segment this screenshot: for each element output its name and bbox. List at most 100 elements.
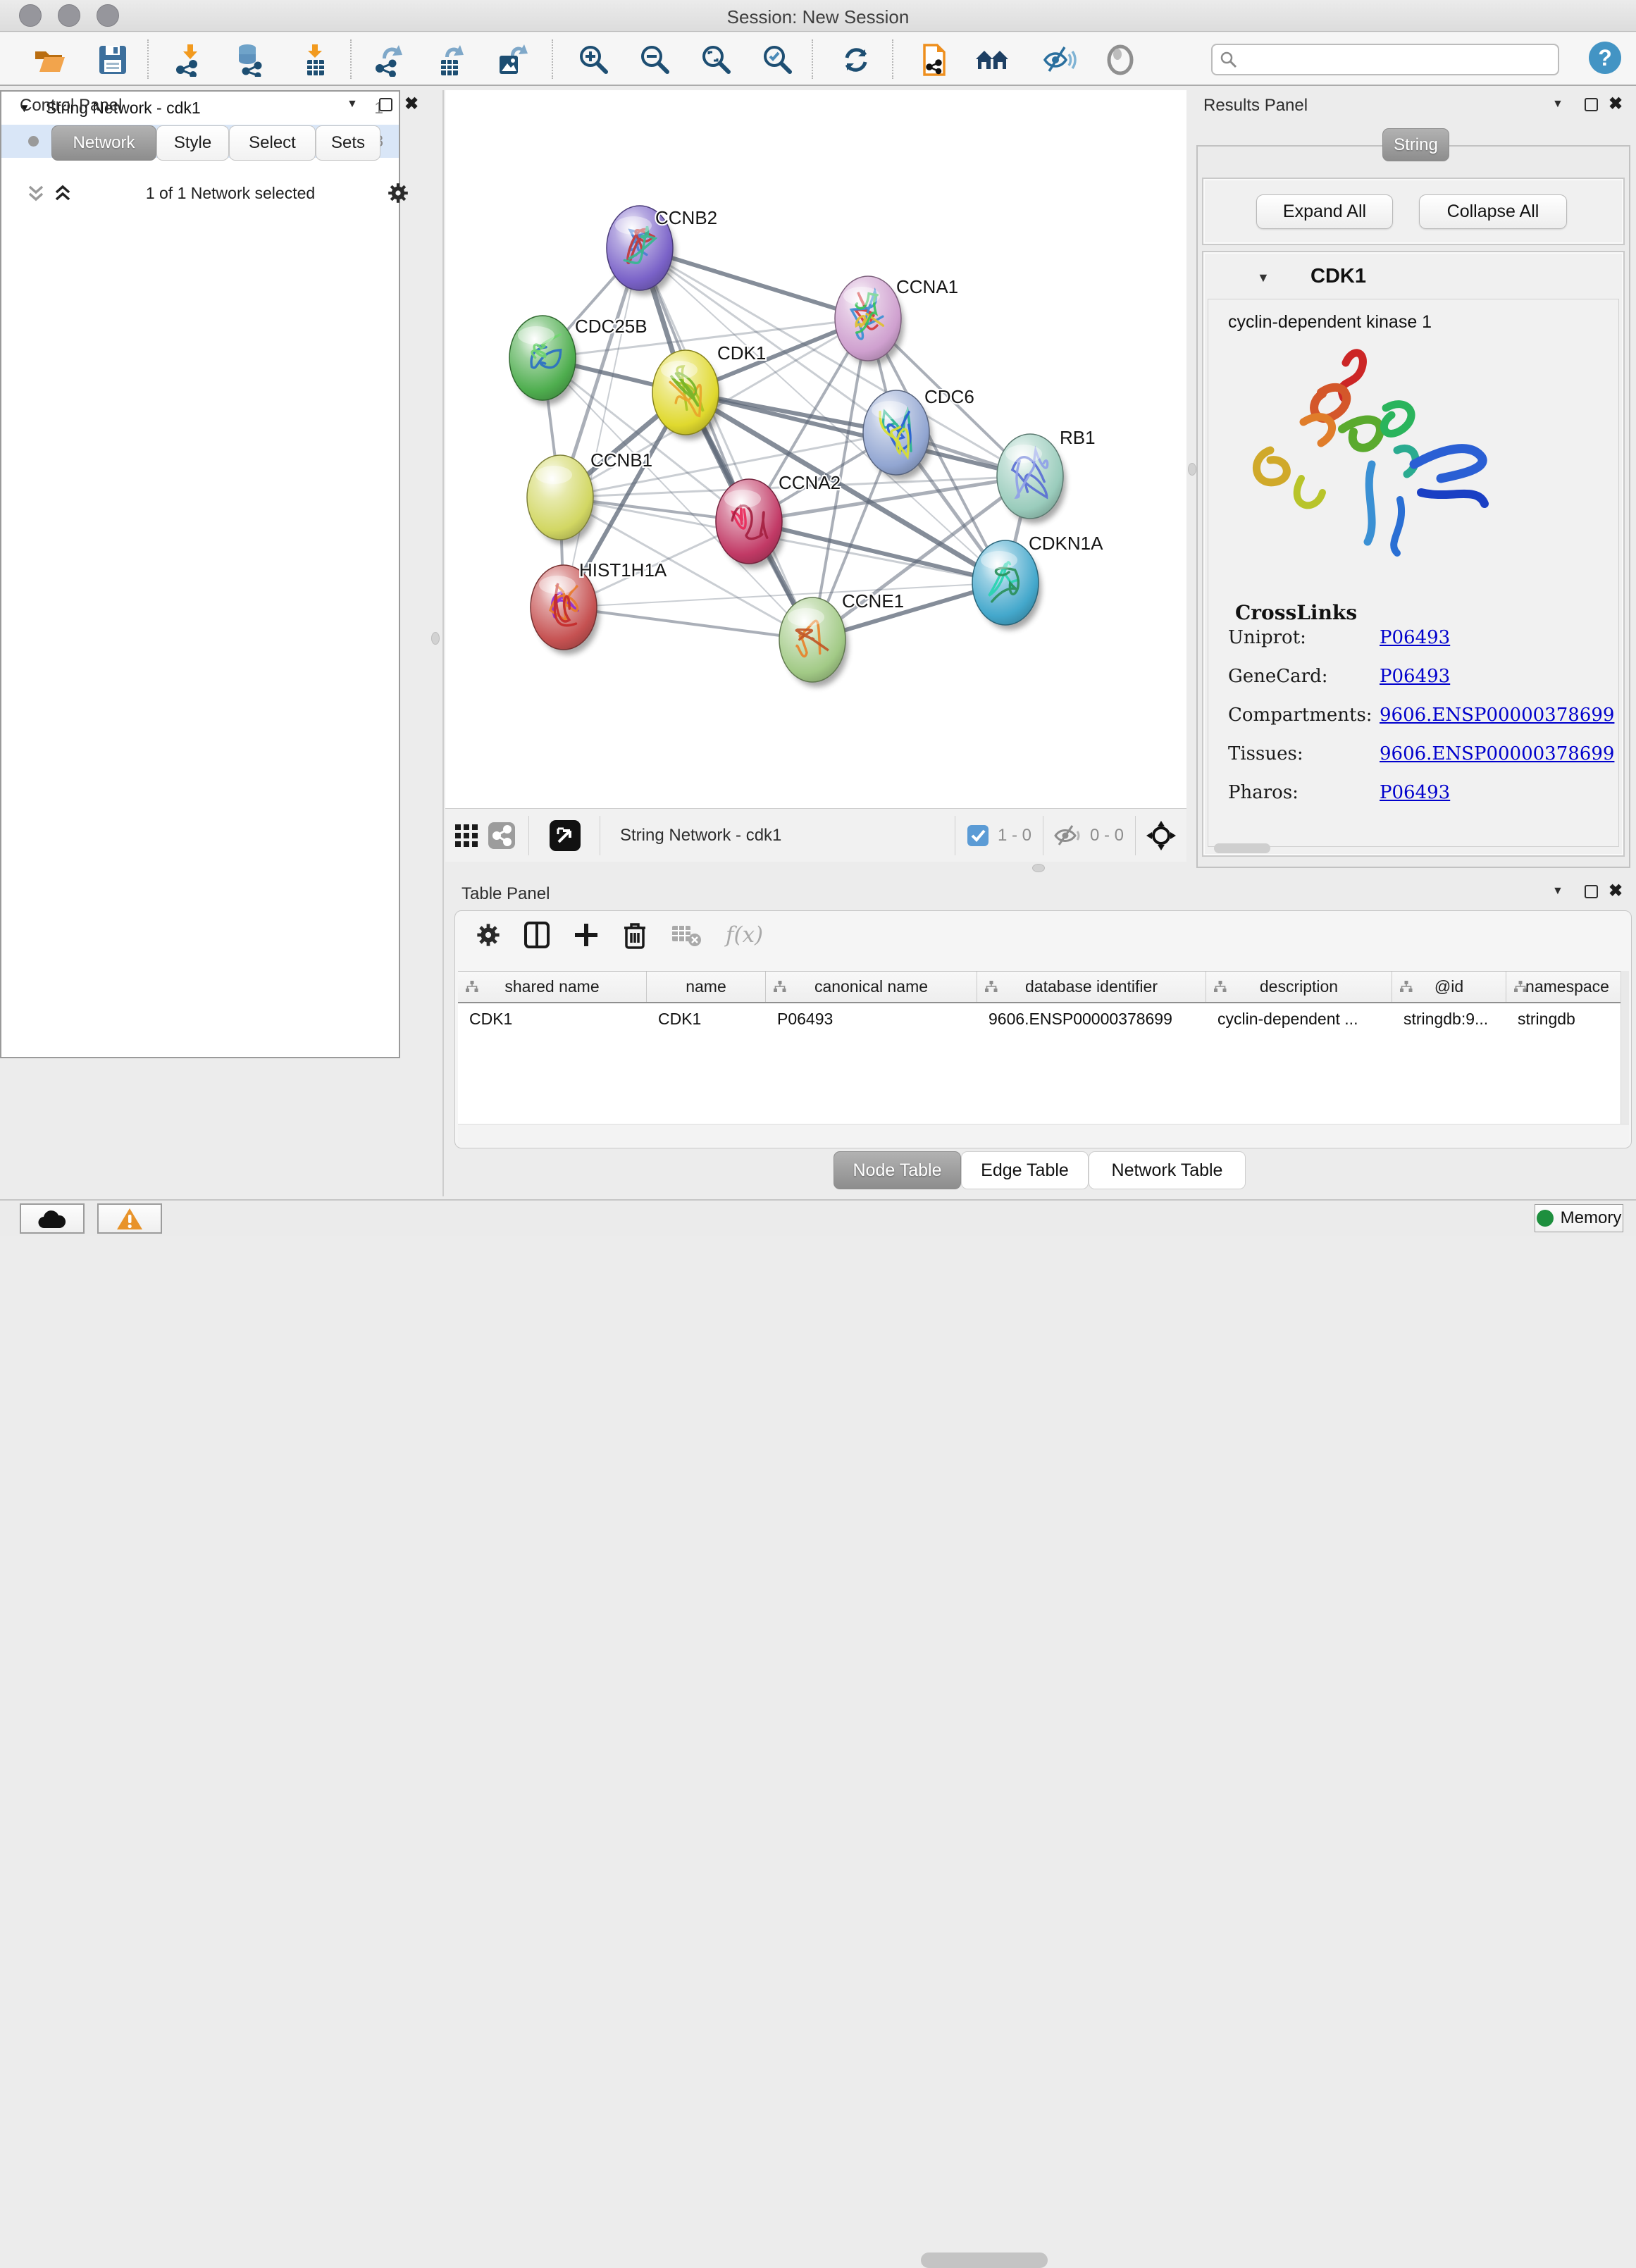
network-options-gear-icon[interactable] [388,182,409,204]
zoom-selected-button[interactable] [759,41,797,79]
results-panel-close-icon[interactable]: ✖ [1609,94,1623,114]
import-table-button[interactable] [296,41,334,79]
crosslink-link[interactable]: 9606.ENSP00000378699 [1380,743,1614,764]
tab-network[interactable]: Network [51,125,156,161]
network-graph[interactable]: CCNB2CCNA1CDC25BCDK1CDC6RB1CCNB1CCNA2CDK… [445,90,1186,808]
column-header-name[interactable]: name [647,972,766,1002]
table-panel-close-icon[interactable]: ✖ [1609,881,1623,901]
fit-selected-crosshair-icon[interactable] [1146,820,1177,851]
network-node-cdk1[interactable]: CDK1 [652,342,766,440]
tab-style[interactable]: Style [156,125,229,161]
export-network-button[interactable] [371,41,409,79]
network-canvas[interactable]: CCNB2CCNA1CDC25BCDK1CDC6RB1CCNB1CCNA2CDK… [445,90,1186,808]
houses-icon [974,44,1010,76]
zoom-fit-button[interactable] [698,41,736,79]
network-node-cdkn1a[interactable]: CDKN1A [972,533,1103,630]
zoom-in-button[interactable] [575,41,613,79]
horizontal-splitter-handle[interactable] [1032,864,1045,872]
gene-collapse-arrow-icon[interactable]: ▼ [1257,271,1270,285]
warnings-button[interactable] [97,1203,162,1234]
table-cell[interactable]: P06493 [766,1003,977,1036]
export-table-button[interactable] [432,41,470,79]
save-session-button[interactable] [94,41,132,79]
results-panel-float-icon[interactable]: ▼ [1552,98,1563,111]
string-glass-effect-button[interactable] [1041,41,1079,79]
table-cell[interactable]: CDK1 [458,1003,647,1036]
import-network-database-button[interactable] [233,41,271,79]
table-cell[interactable]: CDK1 [647,1003,766,1036]
tab-edge-table[interactable]: Edge Table [961,1151,1089,1189]
help-button[interactable]: ? [1589,42,1621,74]
network-node-cdc25b[interactable]: CDC25B [509,316,647,405]
collapse-all-button[interactable]: Collapse All [1419,194,1567,229]
crosslink-link[interactable]: P06493 [1380,666,1450,687]
hidden-eye-icon [1053,824,1083,848]
refresh-button[interactable] [837,41,875,79]
network-node-hist1h1a[interactable]: HIST1H1A [531,559,667,655]
table-panel-float-icon[interactable]: ▼ [1552,885,1563,898]
network-edge[interactable] [564,607,812,640]
crosslink-link[interactable]: P06493 [1380,627,1450,648]
search-box[interactable] [1211,44,1559,75]
network-node-ccna2[interactable]: CCNA2 [716,472,841,569]
right-splitter-handle[interactable] [1188,463,1196,476]
left-splitter-handle[interactable] [431,632,440,645]
import-network-file-button[interactable] [171,41,209,79]
results-hscroll-thumb[interactable] [1214,843,1270,853]
expand-all-networks-icon[interactable] [52,182,73,204]
table-hscroll-thumb[interactable] [921,2252,1048,2268]
network-node-ccna1[interactable]: CCNA1 [835,276,958,366]
control-panel-close-icon[interactable]: ✖ [404,94,419,114]
network-edge[interactable] [564,248,640,607]
control-panel-float-icon[interactable]: ▼ [347,98,358,111]
tab-sets[interactable]: Sets [316,125,380,161]
column-header-database-identifier[interactable]: database identifier [977,972,1206,1002]
expand-all-button[interactable]: Expand All [1256,194,1393,229]
string-import-button[interactable] [915,41,953,79]
cloud-status-button[interactable] [20,1203,85,1234]
control-panel-undock-icon[interactable] [379,98,392,111]
network-share-view-icon[interactable] [488,822,516,850]
export-image-button[interactable] [493,41,531,79]
tab-network-table[interactable]: Network Table [1089,1151,1246,1189]
open-session-button[interactable] [30,41,68,79]
table-cell[interactable]: cyclin-dependent ... [1206,1003,1392,1036]
table-vscrollbar[interactable] [1620,971,1629,1124]
crosslink-link[interactable]: P06493 [1380,782,1450,803]
table-row[interactable]: CDK1CDK1P064939606.ENSP00000378699cyclin… [458,1003,1629,1036]
results-panel-undock-icon[interactable] [1585,98,1598,111]
column-header-canonical-name[interactable]: canonical name [766,972,977,1002]
string-home-button[interactable] [973,41,1011,79]
birdseye-view-icon[interactable] [549,819,581,852]
network-node-ccnb1[interactable]: CCNB1 [527,450,652,545]
collapse-all-networks-icon[interactable] [25,182,47,204]
column-header-namespace[interactable]: namespace [1506,972,1629,1002]
table-panel-undock-icon[interactable] [1585,885,1598,898]
column-header-shared-name[interactable]: shared name [458,972,647,1002]
tab-select[interactable]: Select [229,125,316,161]
tab-node-table[interactable]: Node Table [834,1151,961,1189]
table-cell[interactable]: stringdb:9... [1392,1003,1506,1036]
table-cell[interactable]: 9606.ENSP00000378699 [977,1003,1206,1036]
column-header--id[interactable]: @id [1392,972,1506,1002]
table-hscrollbar[interactable] [458,1124,1629,1146]
add-column-icon[interactable] [574,922,599,948]
delete-column-icon[interactable] [623,921,647,949]
table-options-gear-icon[interactable] [476,923,500,947]
zoom-out-button[interactable] [636,41,674,79]
tab-string-results[interactable]: String [1382,128,1449,161]
show-columns-icon[interactable] [524,922,550,948]
network-edge[interactable] [640,248,812,640]
search-input[interactable] [1244,48,1547,72]
network-node-ccne1[interactable]: CCNE1 [779,590,904,687]
memory-button[interactable]: Memory [1535,1204,1623,1232]
visibility-orb-button[interactable] [1101,41,1139,79]
network-node-ccnb2[interactable]: CCNB2 [607,206,717,295]
selected-checkbox-icon[interactable] [967,824,989,847]
network-node-rb1[interactable]: RB1 [997,427,1096,523]
crosslink-link[interactable]: 9606.ENSP00000378699 [1380,705,1614,726]
grid-view-icon[interactable] [454,823,479,848]
column-header-description[interactable]: description [1206,972,1392,1002]
table-panel-title: Table Panel [461,884,550,904]
table-cell[interactable]: stringdb [1506,1003,1629,1036]
